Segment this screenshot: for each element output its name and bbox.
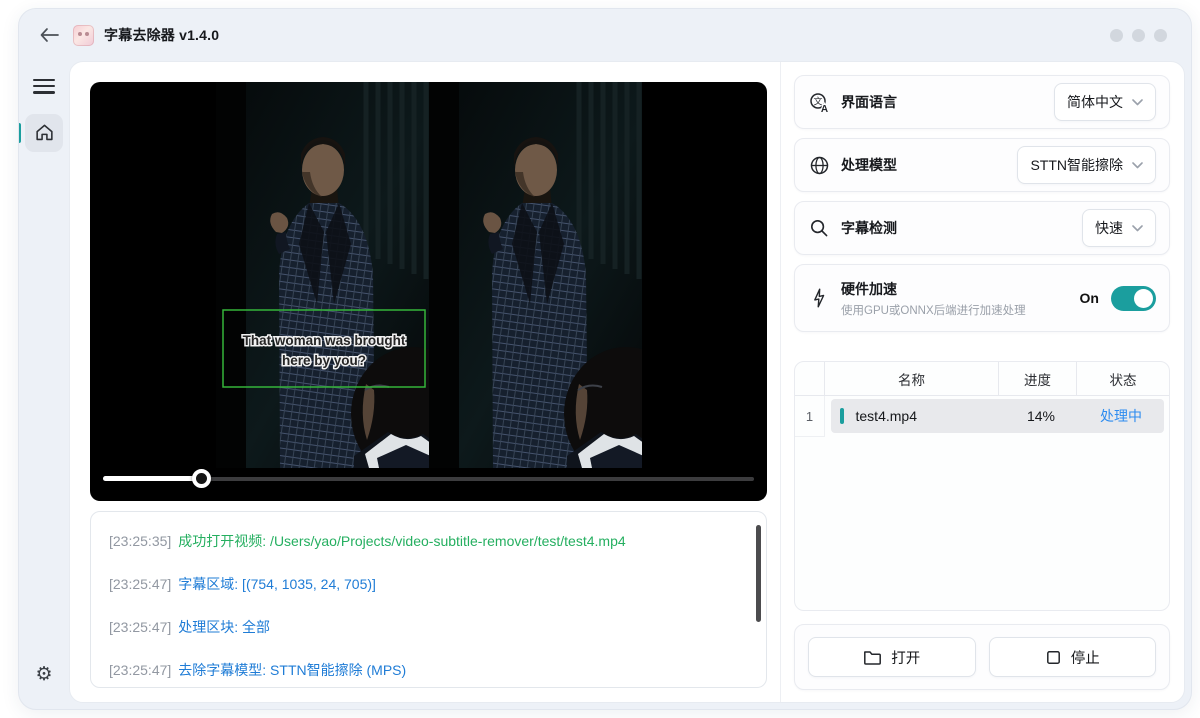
window-maximize-button[interactable] [1132, 28, 1145, 42]
video-subtitle-line1: That woman was brought [242, 333, 405, 348]
setting-label: 处理模型 [841, 157, 897, 173]
detection-value: 快速 [1095, 220, 1123, 236]
log-scrollbar[interactable] [756, 525, 761, 622]
setting-label: 界面语言 [841, 94, 897, 110]
model-select[interactable]: STTN智能擦除 [1017, 146, 1156, 184]
window-minimize-button[interactable] [1110, 28, 1123, 42]
setting-label: 硬件加速 [841, 280, 897, 297]
actions-bar: 打开 停止 [794, 624, 1170, 690]
lightning-icon [808, 287, 830, 309]
video-frame: That woman was brought here by you? [216, 82, 642, 468]
chevron-down-icon [1132, 224, 1143, 231]
open-button[interactable]: 打开 [808, 637, 976, 677]
log-timestamp: [23:25:35] [109, 532, 172, 549]
stop-button-label: 停止 [1070, 650, 1100, 667]
log-timestamp: [23:25:47] [109, 575, 172, 592]
globe-icon [808, 155, 830, 176]
window-controls [1110, 28, 1167, 42]
setting-detection: 字幕检测 快速 [794, 201, 1170, 255]
row-progress: 14% [1026, 408, 1056, 424]
language-value: 简体中文 [1067, 94, 1123, 110]
arrow-left-icon [40, 28, 59, 42]
svg-text:A: A [820, 104, 827, 113]
video-subtitle-line2: here by you? [281, 353, 365, 368]
log-line: [23:25:35] 成功打开视频: /Users/yao/Projects/v… [109, 519, 748, 562]
sidebar: ⚙ [19, 61, 69, 703]
chevron-down-icon [1132, 161, 1143, 168]
setting-hardware: 硬件加速 使用GPU或ONNX后端进行加速处理 On [794, 264, 1170, 332]
stop-button[interactable]: 停止 [988, 637, 1156, 677]
log-panel: [23:25:35] 成功打开视频: /Users/yao/Projects/v… [90, 511, 767, 688]
column-index [795, 362, 825, 395]
back-button[interactable] [39, 26, 61, 44]
settings-panel: 文 A 界面语言 简体中文 处理模型 STTN智能擦除 字幕检测 快速 硬件加速… [780, 62, 1184, 702]
language-select[interactable]: 简体中文 [1054, 83, 1156, 121]
task-table: 名称 进度 状态 1 test4.mp4 14% 处理中 [794, 361, 1170, 611]
main-content: That woman was brought here by you? [23:… [69, 61, 1185, 703]
setting-label: 字幕检测 [841, 220, 897, 236]
setting-description: 使用GPU或ONNX后端进行加速处理 [841, 304, 1026, 317]
folder-icon [864, 650, 882, 665]
log-message: 字幕区域: [(754, 1035, 24, 705)] [178, 575, 376, 592]
slider-fill [103, 476, 201, 481]
row-highlight: test4.mp4 14% 处理中 [831, 399, 1164, 433]
log-timestamp: [23:25:47] [109, 618, 172, 635]
app-window: 字幕去除器 v1.4.0 ⚙ That woman was brought he… [18, 8, 1192, 710]
app-title: 字幕去除器 v1.4.0 [104, 27, 220, 43]
menu-toggle-button[interactable] [33, 75, 55, 98]
row-file-name: test4.mp4 [855, 408, 917, 424]
toggle-state-label: On [1079, 290, 1099, 306]
settings-gear-icon[interactable]: ⚙ [19, 663, 69, 685]
open-button-label: 打开 [891, 650, 921, 667]
model-value: STTN智能擦除 [1030, 157, 1123, 173]
stop-icon [1046, 650, 1060, 664]
translate-icon: 文 A [808, 92, 830, 113]
setting-model: 处理模型 STTN智能擦除 [794, 138, 1170, 192]
log-message: 处理区块: 全部 [178, 618, 271, 635]
row-accent-bar [840, 408, 844, 424]
detection-select[interactable]: 快速 [1082, 209, 1156, 247]
search-icon [808, 218, 830, 238]
log-timestamp: [23:25:47] [109, 661, 172, 678]
active-indicator [19, 122, 21, 143]
video-progress-slider[interactable] [103, 469, 754, 488]
row-index: 1 [795, 396, 825, 437]
log-line: [23:25:47] 去除字幕模型: STTN智能擦除 (MPS) [109, 648, 748, 687]
titlebar: 字幕去除器 v1.4.0 [19, 9, 1191, 61]
window-close-button[interactable] [1154, 28, 1167, 42]
hardware-acceleration-toggle[interactable] [1111, 285, 1156, 311]
toggle-knob [1134, 288, 1153, 308]
left-column: That woman was brought here by you? [23:… [70, 62, 780, 702]
home-icon [35, 124, 53, 141]
setting-language: 文 A 界面语言 简体中文 [794, 75, 1170, 129]
video-player[interactable]: That woman was brought here by you? [90, 82, 767, 501]
column-status: 状态 [1109, 372, 1137, 388]
column-progress: 进度 [999, 362, 1077, 395]
chevron-down-icon [1132, 98, 1143, 105]
table-row[interactable]: 1 test4.mp4 14% 处理中 [795, 396, 1169, 437]
log-line: [23:25:47] 处理区块: 全部 [109, 605, 748, 648]
column-name: 名称 [825, 362, 999, 395]
table-header: 名称 进度 状态 [795, 362, 1169, 396]
sidebar-item-home[interactable] [19, 113, 63, 152]
app-logo-icon [73, 24, 94, 46]
log-message: 去除字幕模型: STTN智能擦除 (MPS) [178, 661, 407, 678]
row-status: 处理中 [1100, 408, 1142, 424]
log-line: [23:25:47] 字幕区域: [(754, 1035, 24, 705)] [109, 562, 748, 605]
slider-handle[interactable] [191, 469, 211, 488]
log-message: 成功打开视频: /Users/yao/Projects/video-subtit… [178, 532, 626, 549]
